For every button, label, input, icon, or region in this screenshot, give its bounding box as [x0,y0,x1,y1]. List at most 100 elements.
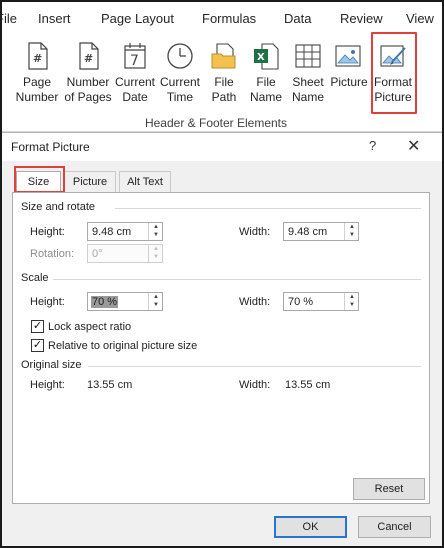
file-name-button[interactable]: X File Name [247,40,285,112]
section-divider [53,279,421,280]
tab-alt-text[interactable]: Alt Text [119,171,171,193]
scale-height-value: 70 % [91,296,119,308]
scale-width-label: Width: [239,296,271,308]
format-picture-highlight [371,32,417,114]
height-value: 9.48 cm [92,226,132,238]
reset-button[interactable]: Reset [353,478,425,500]
scale-height-spinbox[interactable]: 70 % ▲ ▼ [87,292,163,311]
page-number-button[interactable]: # Page Number [14,40,60,112]
number-of-pages-label-2: of Pages [64,90,112,104]
dialog-title-bar: Format Picture ? ✕ [2,133,442,161]
file-path-label-2: Path [211,90,237,104]
size-panel: Size and rotate Height: 9.48 cm ▲ ▼ Widt… [12,192,430,504]
picture-icon [335,45,361,67]
lock-aspect-checkbox[interactable]: ✓ [31,320,44,333]
number-of-pages-label-1: Number [66,75,110,89]
original-height-value: 13.55 cm [87,379,133,391]
help-button[interactable]: ? [369,138,376,153]
size-rotate-title: Size and rotate [21,201,95,213]
height-label: Height: [30,226,65,238]
spin-down-icon[interactable]: ▼ [149,301,163,309]
spin-up-icon: ▲ [153,246,159,252]
current-date-label-2: Date [122,90,148,104]
spin-down-icon[interactable]: ▼ [345,301,359,309]
current-date-label-1: Current [114,75,155,89]
ribbon-group-label: Header & Footer Elements [2,116,422,130]
file-path-button[interactable]: File Path [206,40,242,112]
current-time-label-2: Time [166,90,194,104]
lock-aspect-label: Lock aspect ratio [48,321,132,333]
current-time-button[interactable]: Current Time [158,40,202,112]
scale-width-spin-arrows: ▲ ▼ [344,293,358,310]
relative-size-checkbox[interactable]: ✓ [31,339,44,352]
svg-text:X: X [257,52,265,63]
spin-up-icon[interactable]: ▲ [345,223,359,231]
tab-page-layout[interactable]: Page Layout [101,11,174,26]
tab-file[interactable]: File [0,11,17,26]
width-spinbox[interactable]: 9.48 cm ▲ ▼ [283,222,359,241]
picture-label: Picture [330,75,368,89]
scale-height-label: Height: [30,296,65,308]
picture-button[interactable]: Picture [329,40,369,112]
original-width-value: 13.55 cm [285,379,331,391]
file-name-label-2: Name [249,90,282,104]
rotation-value: 0° [92,248,103,260]
original-size-title: Original size [21,359,82,371]
spin-down-icon: ▼ [153,254,159,260]
calendar-icon: 7 [124,43,146,69]
sheet-name-label-1: Sheet [292,75,324,89]
spin-up-icon[interactable]: ▲ [149,293,163,301]
current-date-button[interactable]: 7 Current Date [114,40,156,112]
page-number-label-1: Page [22,75,52,89]
page-number-icon: # [28,42,48,70]
spin-down-icon[interactable]: ▼ [149,231,163,239]
tab-data[interactable]: Data [284,11,311,26]
original-width-label: Width: [239,379,271,391]
current-time-label-1: Current [159,75,200,89]
height-spin-arrows: ▲ ▼ [148,223,162,240]
svg-text:7: 7 [130,53,139,69]
close-button[interactable]: ✕ [407,136,420,156]
width-spin-arrows: ▲ ▼ [344,223,358,240]
ok-button[interactable]: OK [274,516,347,538]
original-height-label: Height: [30,379,65,391]
dialog-title: Format Picture [11,140,90,154]
tab-insert[interactable]: Insert [38,11,71,26]
clock-icon [167,43,193,69]
excel-file-icon: X [254,43,279,70]
relative-size-label: Relative to original picture size [48,340,198,352]
width-label: Width: [239,226,271,238]
scale-width-spinbox[interactable]: 70 % ▲ ▼ [283,292,359,311]
folder-icon [211,43,236,69]
sheet-icon [295,44,321,68]
spin-up-icon[interactable]: ▲ [345,293,359,301]
svg-text:#: # [33,52,42,65]
scale-title: Scale [21,272,49,284]
ribbon-tab-bar: File Insert Page Layout Formulas Data Re… [0,2,442,36]
height-spinbox[interactable]: 9.48 cm ▲ ▼ [87,222,163,241]
svg-text:#: # [84,52,93,65]
checkmark-icon: ✓ [32,320,43,332]
size-tab-highlight [14,166,65,193]
section-divider [115,208,421,209]
checkmark-icon: ✓ [32,339,43,351]
tab-review[interactable]: Review [340,11,383,26]
sheet-name-button[interactable]: Sheet Name [289,40,327,112]
tab-formulas[interactable]: Formulas [202,11,256,26]
sheet-name-label-2: Name [291,90,324,104]
width-value: 9.48 cm [288,226,328,238]
format-picture-dialog: Format Picture ? ✕ Size Picture Alt Text… [2,132,442,546]
spin-down-icon[interactable]: ▼ [345,231,359,239]
file-name-label-1: File [256,75,276,89]
spin-up-icon[interactable]: ▲ [149,223,163,231]
rotation-spin-arrows: ▲ ▼ [148,245,162,262]
number-of-pages-button[interactable]: # Number of Pages [64,40,112,112]
tab-view[interactable]: View [406,11,434,26]
cancel-button[interactable]: Cancel [358,516,431,538]
scale-height-spin-arrows: ▲ ▼ [148,293,162,310]
rotation-label: Rotation: [30,248,75,260]
page-number-label-2: Number [15,90,59,104]
tab-picture[interactable]: Picture [64,171,116,193]
ribbon-group-label-text: Header & Footer Elements [144,116,288,130]
section-divider [88,366,421,367]
